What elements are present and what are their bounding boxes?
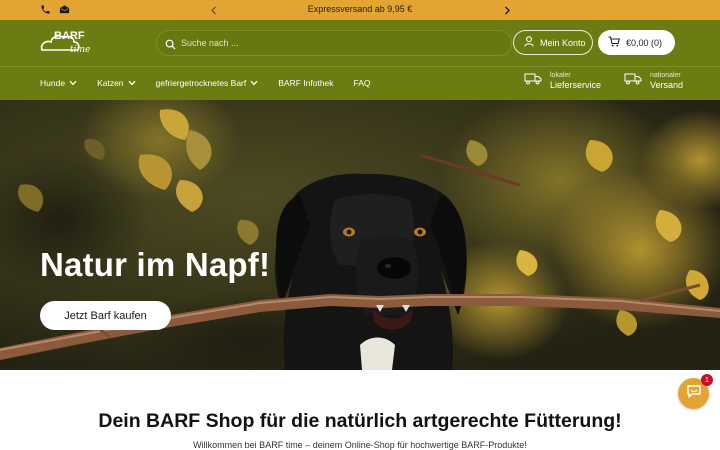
- notification-badge: 1: [701, 374, 713, 386]
- account-label: Mein Konto: [540, 37, 586, 48]
- logo[interactable]: BARF time: [40, 28, 100, 58]
- nav-item-barf-infothek[interactable]: BARF Infothek: [278, 78, 333, 88]
- svg-text:BARF: BARF: [54, 30, 85, 42]
- cart-button[interactable]: €0,00 (0): [598, 30, 675, 55]
- service-small-label: lokaler: [550, 72, 571, 79]
- search-input[interactable]: [181, 34, 501, 52]
- service-big-label: Lieferservice: [550, 80, 602, 91]
- account-button[interactable]: Mein Konto: [513, 30, 593, 55]
- nav-item-katzen[interactable]: Katzen: [97, 78, 136, 88]
- nav-item-label: Hunde: [40, 78, 66, 88]
- nav-item-label: FAQ: [353, 78, 371, 88]
- delivery-truck-icon: [624, 72, 642, 90]
- hero-title: Natur im Napf!: [40, 246, 271, 283]
- service-small-label: nationaler: [650, 72, 681, 79]
- service-local-delivery[interactable]: lokaler Lieferservice: [524, 72, 601, 90]
- chevron-right-icon[interactable]: [501, 3, 513, 17]
- chevron-down-icon: [69, 78, 77, 88]
- main-navigation: Hunde Katzen gefriergetrocknetes Barf BA…: [0, 66, 720, 100]
- svg-text:time: time: [70, 45, 90, 55]
- service-big-label: Versand: [650, 80, 684, 91]
- chevron-down-icon: [250, 78, 258, 88]
- nav-menu: Hunde Katzen gefriergetrocknetes Barf BA…: [40, 78, 391, 88]
- user-icon: [524, 36, 534, 49]
- page-title: Dein BARF Shop für die natürlich artgere…: [98, 410, 622, 432]
- delivery-truck-icon: [524, 72, 542, 90]
- nav-item-label: Katzen: [97, 78, 124, 88]
- announcement-text[interactable]: Expressversand ab 9,95 €: [0, 4, 720, 14]
- search-icon: [165, 37, 176, 55]
- announcement-bar: Expressversand ab 9,95 €: [0, 0, 720, 20]
- cart-icon: [608, 36, 621, 49]
- site-header: BARF time Mein Konto €0,00 (0): [0, 20, 720, 66]
- service-national-shipping[interactable]: nationaler Versand: [624, 72, 683, 90]
- hero-banner: Natur im Napf! Jetzt Barf kaufen: [0, 100, 720, 370]
- page-subtitle: Willkommen bei BARF time – deinem Online…: [193, 440, 527, 450]
- search-bar[interactable]: [156, 30, 512, 56]
- nav-item-gefriergetrocknetes-barf[interactable]: gefriergetrocknetes Barf: [156, 78, 259, 88]
- nav-item-label: BARF Infothek: [278, 78, 334, 88]
- shop-now-button[interactable]: Jetzt Barf kaufen: [40, 301, 171, 330]
- chevron-down-icon: [128, 78, 136, 88]
- chat-icon: [686, 384, 702, 404]
- cart-label: €0,00 (0): [626, 37, 663, 48]
- nav-item-hunde[interactable]: Hunde: [40, 78, 77, 88]
- nav-item-label: gefriergetrocknetes Barf: [155, 78, 247, 88]
- nav-item-faq[interactable]: FAQ: [354, 78, 371, 88]
